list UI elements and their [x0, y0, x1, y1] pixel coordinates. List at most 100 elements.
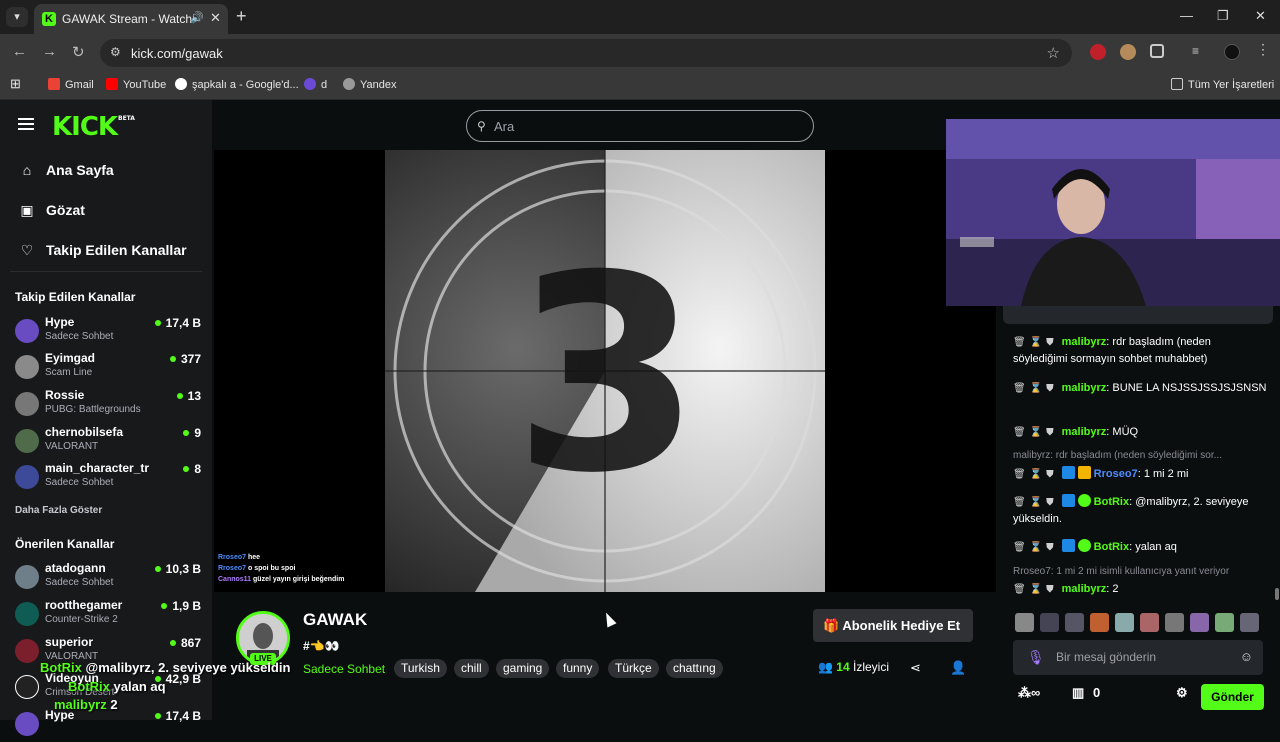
bookmark-youtube[interactable]: YouTube — [106, 78, 166, 91]
site-info-icon[interactable]: ⚙ — [110, 45, 121, 59]
avatar — [15, 602, 39, 626]
all-bookmarks[interactable]: Tüm Yer İşaretleri — [1171, 78, 1274, 91]
tag-chill[interactable]: chill — [454, 659, 489, 678]
speaker-icon[interactable]: 🔊 — [190, 11, 204, 24]
chat-message[interactable]: 🗑⌛⛊ BotRix: @malibyrz, 2. seviyeye yüksel… — [1013, 494, 1268, 528]
emoji-icon[interactable]: ☺ — [1240, 649, 1253, 664]
menu-icon[interactable]: ⋮ — [1256, 41, 1270, 57]
chat-message[interactable]: 🗑⌛⛊ BotRix: yalan aq — [1013, 539, 1268, 556]
followed-channel-main-character-tr[interactable]: main_character_tr Sadece Sohbet 8 — [15, 461, 201, 495]
extensions-puzzle-icon[interactable] — [1150, 44, 1164, 58]
countdown-frame: 3 — [385, 150, 825, 592]
stream-chat-overlay-line: BotRix yalan aq — [68, 679, 166, 694]
back-icon[interactable]: ← — [12, 43, 27, 60]
video-player[interactable]: 3 Rroseo7 hee Rroseo7 o spoi bu spoi Can… — [214, 150, 996, 592]
bookmark-yandex[interactable]: Yandex — [343, 78, 397, 91]
show-more-link[interactable]: Daha Fazla Göster — [15, 505, 102, 516]
profile-avatar[interactable] — [1224, 44, 1240, 60]
channel-name[interactable]: GAWAK — [303, 610, 367, 630]
mod-tools-icon[interactable]: 🗑⌛⛊ — [1013, 337, 1058, 348]
emote-icon[interactable] — [1165, 613, 1184, 632]
followed-channel-rossie[interactable]: Rossie PUBG: Battlegrounds 13 — [15, 388, 201, 422]
chat-message[interactable]: 🗑⌛⛊ malibyrz: rdr başladım (neden söyledi… — [1013, 334, 1268, 368]
emote-icon[interactable] — [1015, 613, 1034, 632]
verified-badge-icon — [1077, 539, 1091, 552]
mod-tools-icon[interactable]: 🗑⌛⛊ — [1013, 497, 1058, 508]
mod-tools-icon[interactable]: 🗑⌛⛊ — [1013, 469, 1058, 480]
emote-icon[interactable] — [1090, 613, 1109, 632]
bookmark-star-icon[interactable]: ☆ — [1047, 44, 1060, 62]
emote-icon[interactable] — [1140, 613, 1159, 632]
url-text: kick.com/gawak — [131, 46, 223, 61]
hamburger-menu-icon[interactable] — [18, 118, 34, 130]
kick-logo[interactable]: KICK BETA — [52, 112, 135, 142]
tag-funny[interactable]: funny — [556, 659, 600, 678]
recommended-channel-atadogann[interactable]: atadogann Sadece Sohbet 10,3 B — [15, 561, 201, 595]
tag-turkce[interactable]: Türkçe — [608, 659, 659, 678]
new-tab-button[interactable]: + — [236, 6, 247, 27]
apps-grid-icon[interactable]: ⊞ — [10, 76, 21, 92]
nav-browse[interactable]: ▣ Gözat — [18, 202, 85, 219]
gift-sub-button[interactable]: 🎁 Abonelik Hediye Et — [813, 609, 973, 642]
scrollbar[interactable] — [1275, 588, 1279, 600]
chat-input[interactable]: 🎙 Bir mesaj gönderin ☺ — [1013, 640, 1263, 675]
avatar — [15, 565, 39, 589]
minimize-icon[interactable]: — — [1180, 8, 1193, 23]
bookmark-gmail[interactable]: Gmail — [48, 78, 94, 91]
close-window-icon[interactable]: ✕ — [1255, 8, 1266, 24]
nav-home[interactable]: ⌂ Ana Sayfa — [18, 162, 114, 178]
forward-icon[interactable]: → — [42, 43, 57, 60]
chat-message[interactable]: 🗑⌛⛊ malibyrz: MÜQ — [1013, 424, 1268, 441]
emote-icon[interactable] — [1115, 613, 1134, 632]
chat-settings-icon[interactable]: ⚙ — [1176, 685, 1188, 701]
followed-channel-hype[interactable]: Hype Sadece Sohbet 17,4 B — [15, 315, 201, 349]
tab-search-button[interactable]: ▾ — [6, 7, 28, 27]
chat-message[interactable]: 🗑⌛⛊ Rroseo7: 1 mi 2 mi — [1013, 466, 1268, 483]
share-icon[interactable]: ⋖ — [910, 660, 921, 676]
nav-following[interactable]: ♡ Takip Edilen Kanallar — [18, 242, 187, 259]
mod-tools-icon[interactable]: 🗑⌛⛊ — [1013, 584, 1058, 595]
extension-icon[interactable] — [1120, 44, 1136, 60]
search-input[interactable]: ⚲ Ara — [466, 110, 814, 142]
bookmark-d[interactable]: d — [304, 78, 327, 91]
address-bar[interactable]: ⚙ kick.com/gawak ☆ — [100, 39, 1072, 67]
bookmark-google[interactable]: şapkalı a - Google'd... — [175, 78, 299, 91]
chat-message[interactable]: 🗑⌛⛊ malibyrz: 2 — [1013, 581, 1268, 598]
tab-close-icon[interactable]: ✕ — [210, 10, 221, 26]
tag-chatting[interactable]: chattıng — [666, 659, 723, 678]
microphone-icon[interactable]: 🎙 — [1027, 649, 1045, 666]
emote-icon[interactable] — [1190, 613, 1209, 632]
restore-icon[interactable]: ❐ — [1217, 8, 1229, 24]
reload-icon[interactable]: ↻ — [72, 43, 85, 61]
tag-turkish[interactable]: Turkish — [394, 659, 447, 678]
mod-tools-icon[interactable]: 🗑⌛⛊ — [1013, 383, 1058, 394]
emote-icon[interactable] — [1240, 613, 1259, 632]
chat-message[interactable]: 🗑⌛⛊ malibyrz: BUNE LA NSJSSJSSJSJSNSN — [1013, 380, 1268, 397]
browser-tab-active[interactable]: K GAWAK Stream - Watch Live 🔊 ✕ — [34, 4, 228, 34]
media-control-icon[interactable]: ≡ — [1192, 44, 1199, 60]
channel-points-icon[interactable]: ⁂∞ — [1018, 685, 1040, 701]
kick-favicon-icon: K — [42, 12, 56, 26]
heart-icon: ♡ — [20, 242, 34, 258]
mod-tools-icon[interactable]: 🗑⌛⛊ — [1013, 542, 1058, 553]
extension-icon[interactable] — [1090, 44, 1106, 60]
send-button[interactable]: Gönder — [1201, 684, 1264, 710]
stream-category-link[interactable]: Sadece Sohbet — [303, 662, 385, 676]
overlay-chat-line: Rroseo7 hee — [218, 554, 261, 561]
followed-channel-chernobilsefa[interactable]: chernobilsefa VALORANT 9 — [15, 425, 201, 459]
kick-page: KICK BETA ⌂ Ana Sayfa ▣ Gözat ♡ Takip Edilen… — [0, 100, 1280, 736]
pinned-message-bar[interactable] — [1003, 306, 1273, 324]
tag-gaming[interactable]: gaming — [496, 659, 550, 678]
mod-tools-icon[interactable]: 🗑⌛⛊ — [1013, 427, 1058, 438]
recommended-channel-hype[interactable]: Hype 17,4 B — [15, 708, 201, 742]
bookmarks-bar: ⊞ Gmail YouTube şapkalı a - Google'd... … — [0, 72, 1280, 100]
emote-icon[interactable] — [1215, 613, 1234, 632]
recommended-channel-rootthegamer[interactable]: rootthegamer Counter-Strike 2 1,9 B — [15, 598, 201, 632]
emote-icon[interactable] — [1065, 613, 1084, 632]
webcam-image — [946, 119, 1280, 306]
followed-channel-eyimgad[interactable]: Eyimgad Scam Line 377 — [15, 351, 201, 385]
emote-icon[interactable] — [1040, 613, 1059, 632]
browser-tab-bar: ▾ K GAWAK Stream - Watch Live 🔊 ✕ + — ❐ … — [0, 0, 1280, 34]
follow-user-icon[interactable]: 👤 — [950, 660, 966, 676]
treasure-icon[interactable]: ▥ — [1072, 685, 1084, 701]
